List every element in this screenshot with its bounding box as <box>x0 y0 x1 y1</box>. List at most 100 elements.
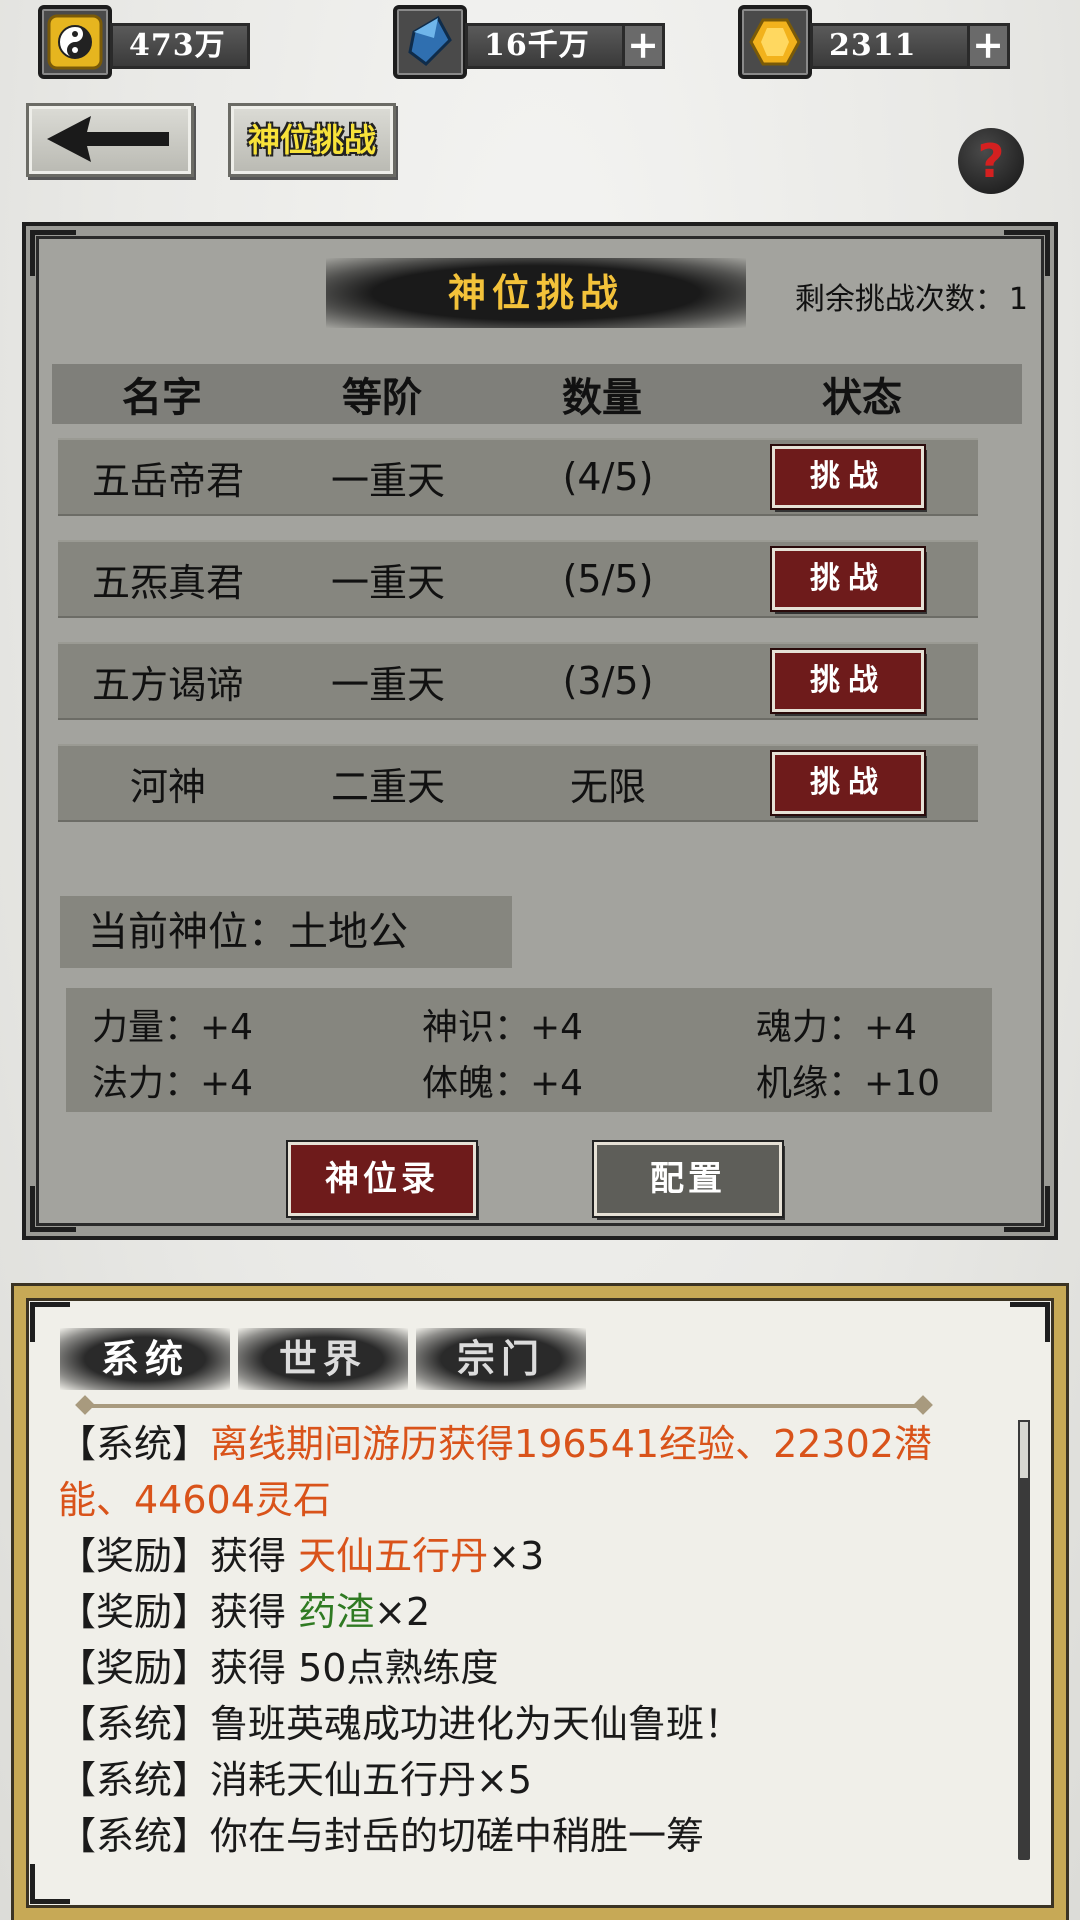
message-prefix: 【系统】 <box>58 1814 211 1858</box>
message: 【奖励】获得 天仙五行丹×3 <box>58 1528 988 1584</box>
crystal-value: 16千万 + <box>465 23 665 69</box>
message: 【奖励】获得 50点熟练度 <box>58 1640 988 1696</box>
header-name: 名字 <box>122 374 202 421</box>
row-rank: 二重天 <box>330 764 445 809</box>
chat-scrollbar-thumb[interactable] <box>1018 1420 1030 1480</box>
row-name: 五炁真君 <box>91 560 244 605</box>
challenge-list: 五岳帝君 一重天 (4/5) 挑战 五炁真君 一重天 (5/5) 挑战 五方谒谛… <box>58 438 978 846</box>
attr-soul-power: 魂力：+4 <box>756 1007 918 1048</box>
message-body: 鲁班英魂成功进化为天仙鲁班！ <box>210 1702 743 1746</box>
chat-scrollbar[interactable] <box>1018 1420 1030 1860</box>
currency-value: 473万 <box>110 23 250 69</box>
row-status: 挑战 <box>718 548 978 610</box>
resource-gold: 2311 + <box>738 5 1018 79</box>
table-row: 五炁真君 一重天 (5/5) 挑战 <box>58 540 978 618</box>
blue-crystal-icon <box>393 5 467 79</box>
challenge-panel: 神位挑战 剩余挑战次数： 1 名字 等阶 数量 状态 五岳帝君 一重天 (4/5)… <box>22 222 1058 1240</box>
corner-ornament <box>1010 1302 1050 1342</box>
arrow-left-icon <box>47 116 169 162</box>
corner-ornament <box>30 230 76 276</box>
message-prefix: 【系统】 <box>58 1422 211 1466</box>
row-rank: 一重天 <box>330 458 445 503</box>
row-name: 五方谒谛 <box>91 662 244 707</box>
challenge-button[interactable]: 挑战 <box>772 752 924 814</box>
help-button[interactable]: ? <box>958 128 1024 194</box>
message: 【系统】鲁班英魂成功进化为天仙鲁班！ <box>58 1696 988 1752</box>
gold-gem-icon <box>738 5 812 79</box>
god-record-button[interactable]: 神位录 <box>288 1142 476 1216</box>
config-button[interactable]: 配置 <box>594 1142 782 1216</box>
attr-fortune: 机缘：+10 <box>756 1063 940 1104</box>
message: 【系统】消耗天仙五行丹×5 <box>58 1752 988 1808</box>
back-button[interactable] <box>26 103 194 177</box>
row-rank: 一重天 <box>330 560 445 605</box>
gold-value: 2311 + <box>810 23 1010 69</box>
message-body: 获得 <box>210 1534 299 1578</box>
table-row: 五岳帝君 一重天 (4/5) 挑战 <box>58 438 978 516</box>
attr-magic: 法力：+4 <box>92 1063 254 1104</box>
row-count: (3/5) <box>562 659 654 703</box>
header-rank: 等阶 <box>342 374 422 421</box>
message-body: 获得 <box>210 1590 299 1634</box>
attr-spirit-sense: 神识：+4 <box>422 1007 584 1048</box>
row-name: 河神 <box>129 764 206 809</box>
add-crystal-button[interactable]: + <box>622 26 662 66</box>
message-body: 你在与封岳的切磋中稍胜一筹 <box>210 1814 705 1858</box>
challenge-button[interactable]: 挑战 <box>772 446 924 508</box>
add-gold-button[interactable]: + <box>967 26 1007 66</box>
challenge-button[interactable]: 挑战 <box>772 548 924 610</box>
chat-panel: 系统 世界 宗门 【系统】离线期间游历获得196541经验、22302潜能、44… <box>14 1286 1066 1920</box>
corner-ornament <box>1004 230 1050 276</box>
current-god-position: 当前神位：土地公 <box>60 896 512 968</box>
chat-tabs: 系统 世界 宗门 <box>60 1328 594 1390</box>
message-suffix: ×3 <box>488 1534 545 1578</box>
header-status: 状态 <box>822 374 902 421</box>
message: 【系统】你在与封岳的切磋中稍胜一筹 <box>58 1808 988 1864</box>
row-status: 挑战 <box>718 446 978 508</box>
row-count: 无限 <box>569 764 646 809</box>
tab-sect[interactable]: 宗门 <box>416 1328 586 1390</box>
message-highlight: 天仙五行丹 <box>298 1534 489 1578</box>
message-list: 【系统】离线期间游历获得196541经验、22302潜能、44604灵石 【奖励… <box>58 1416 988 1864</box>
message-prefix: 【奖励】 <box>58 1646 211 1690</box>
panel-title: 神位挑战 <box>326 258 746 328</box>
message-prefix: 【系统】 <box>58 1702 211 1746</box>
remaining-value: 1 <box>1008 282 1028 317</box>
table-row: 五方谒谛 一重天 (3/5) 挑战 <box>58 642 978 720</box>
row-count: (4/5) <box>562 455 654 499</box>
gold-value-text: 2311 <box>829 28 917 63</box>
resource-crystal: 16千万 + <box>393 5 673 79</box>
table-row: 河神 二重天 无限 挑战 <box>58 744 978 822</box>
tab-world[interactable]: 世界 <box>238 1328 408 1390</box>
attr-physique: 体魄：+4 <box>422 1063 584 1104</box>
page-title-tab: 神位挑战 <box>228 103 396 177</box>
message-prefix: 【系统】 <box>58 1758 211 1802</box>
message-body: 消耗天仙五行丹×5 <box>210 1758 533 1802</box>
attribute-bonuses: 力量：+4 神识：+4 魂力：+4 法力：+4 体魄：+4 机缘：+10 <box>66 988 992 1112</box>
message-suffix: ×2 <box>374 1590 431 1634</box>
remaining-challenges: 剩余挑战次数： 1 <box>795 274 1028 318</box>
header-count: 数量 <box>562 374 642 421</box>
challenge-button[interactable]: 挑战 <box>772 650 924 712</box>
yin-yang-coin-icon <box>38 5 112 79</box>
table-header: 名字 等阶 数量 状态 <box>52 364 1022 424</box>
message-prefix: 【奖励】 <box>58 1534 211 1578</box>
message: 【奖励】获得 药渣×2 <box>58 1584 988 1640</box>
chat-divider <box>84 1404 924 1408</box>
row-rank: 一重天 <box>330 662 445 707</box>
message-prefix: 【奖励】 <box>58 1590 211 1634</box>
tab-system[interactable]: 系统 <box>60 1328 230 1390</box>
corner-ornament <box>30 1864 70 1904</box>
remaining-label: 剩余挑战次数： <box>794 282 1005 317</box>
crystal-value-text: 16千万 <box>484 28 590 63</box>
row-count: (5/5) <box>562 557 654 601</box>
row-name: 五岳帝君 <box>91 458 244 503</box>
resource-currency: 473万 <box>38 5 250 79</box>
row-status: 挑战 <box>718 650 978 712</box>
attr-strength: 力量：+4 <box>92 1007 254 1048</box>
corner-ornament <box>30 1186 76 1232</box>
corner-ornament <box>1004 1186 1050 1232</box>
message: 【系统】离线期间游历获得196541经验、22302潜能、44604灵石 <box>58 1416 988 1528</box>
row-status: 挑战 <box>718 752 978 814</box>
message-highlight: 药渣 <box>298 1590 375 1634</box>
